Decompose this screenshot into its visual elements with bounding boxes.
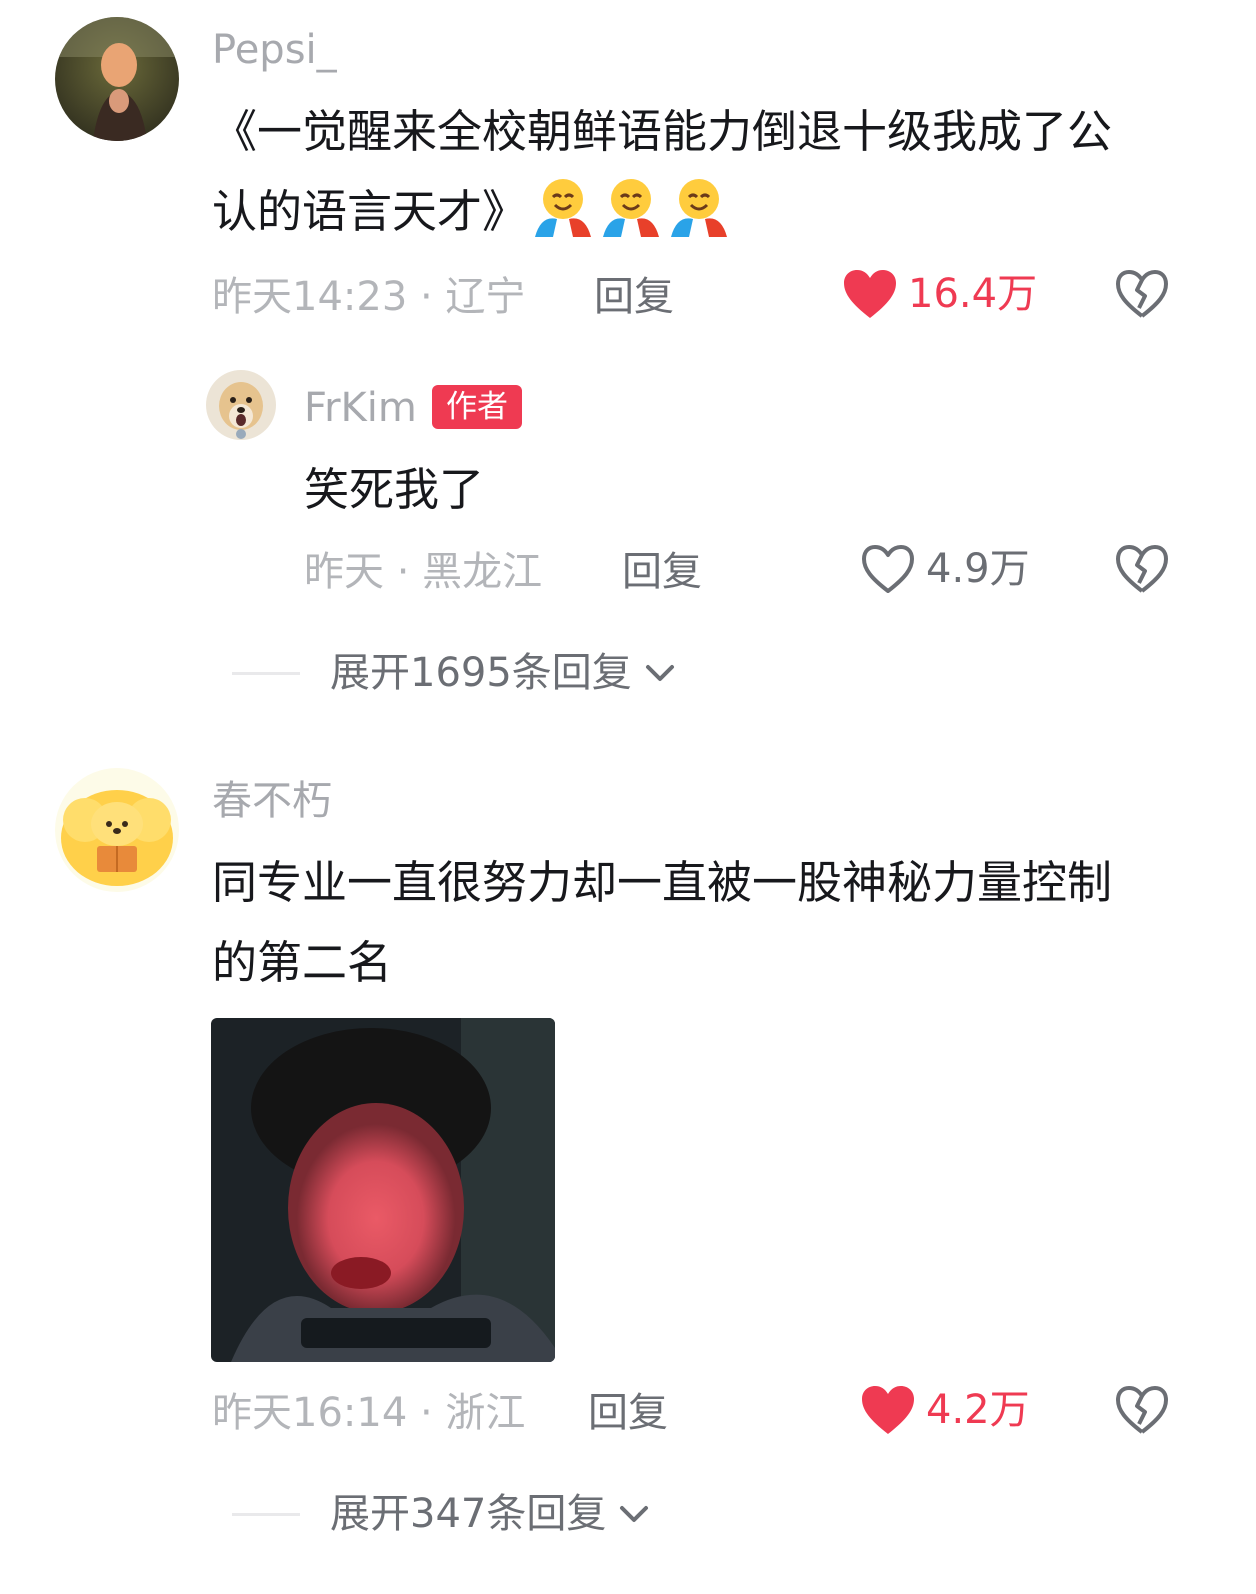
like-button[interactable]: 4.9万 — [860, 543, 1030, 595]
like-count: 4.2万 — [926, 1387, 1030, 1433]
like-count: 16.4万 — [908, 271, 1038, 317]
expand-replies-label: 展开1695条回复 — [330, 650, 632, 696]
author-badge: 作者 — [432, 385, 522, 429]
dislike-button[interactable] — [1114, 543, 1170, 599]
reply-text: 笑死我了 — [304, 463, 485, 516]
divider — [232, 671, 300, 675]
comment-image[interactable] — [211, 1018, 555, 1362]
broken-heart-icon — [1116, 270, 1168, 318]
comment-meta: 昨天16:14 · 浙江 — [212, 1390, 526, 1436]
chevron-down-icon — [620, 1506, 649, 1522]
expand-replies-button[interactable]: 展开347条回复 — [232, 1489, 652, 1539]
reply-button[interactable]: 回复 — [622, 547, 702, 597]
heart-outline-icon — [862, 545, 914, 593]
broken-heart-icon — [1116, 545, 1168, 593]
comment-username[interactable]: 春不朽 — [212, 777, 332, 825]
like-button[interactable]: 4.2万 — [860, 1384, 1030, 1436]
like-button[interactable]: 16.4万 — [842, 268, 1037, 320]
reply-button[interactable]: 回复 — [588, 1388, 668, 1438]
heart-filled-icon — [862, 1386, 914, 1434]
reply-button[interactable]: 回复 — [594, 272, 674, 322]
hugging-face-icon — [531, 173, 595, 237]
expand-replies-label: 展开347条回复 — [330, 1491, 607, 1537]
reply-meta: 昨天 · 黑龙江 — [304, 549, 543, 595]
avatar[interactable] — [55, 768, 179, 892]
divider — [232, 1512, 300, 1516]
comment-username[interactable]: Pepsi_ — [212, 26, 337, 74]
heart-filled-icon — [844, 270, 896, 318]
comment-text: 同专业一直很努力却一直被一股神秘力量控制的第二名 — [212, 856, 1113, 989]
like-count: 4.9万 — [926, 546, 1030, 592]
expand-replies-button[interactable]: 展开1695条回复 — [232, 648, 678, 698]
hugging-face-icon — [667, 173, 731, 237]
hugging-face-icon — [599, 173, 663, 237]
dislike-button[interactable] — [1114, 268, 1170, 324]
avatar[interactable] — [206, 370, 276, 440]
comment-meta: 昨天14:23 · 辽宁 — [212, 274, 526, 320]
comment-text: 《一觉醒来全校朝鲜语能力倒退十级我成了公认的语言天才》 — [212, 92, 1142, 252]
dislike-button[interactable] — [1114, 1384, 1170, 1440]
avatar[interactable] — [55, 17, 179, 141]
broken-heart-icon — [1116, 1386, 1168, 1434]
reply-username[interactable]: FrKim — [304, 384, 417, 432]
chevron-down-icon — [645, 665, 674, 681]
